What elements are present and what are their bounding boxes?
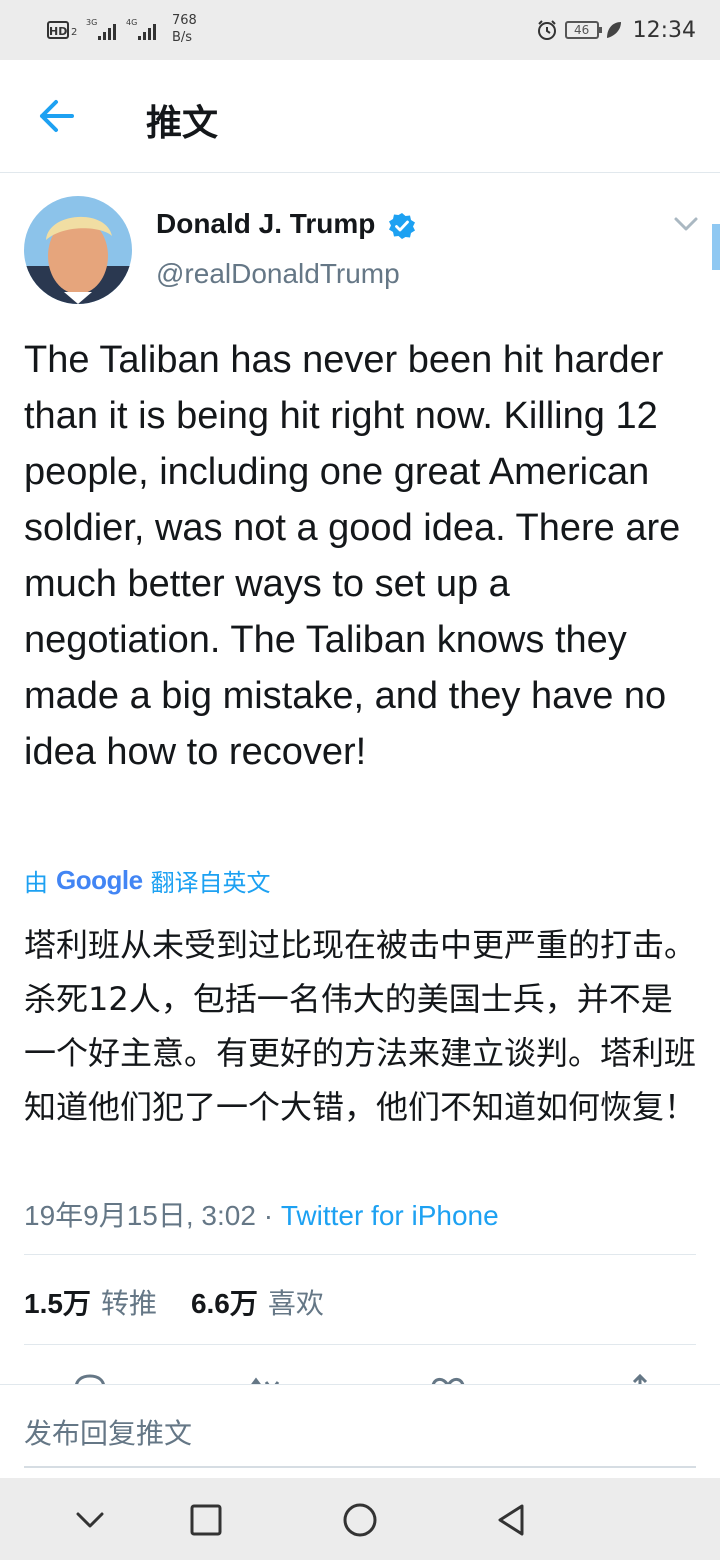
clock: 12:34 — [632, 17, 696, 43]
reply-input[interactable]: 发布回复推文 — [24, 1412, 192, 1452]
network-speed-unit: B/s — [172, 30, 193, 45]
avatar[interactable] — [24, 196, 132, 304]
tweet-stats: 1.5万 转推 6.6万 喜欢 — [24, 1282, 324, 1322]
translate-suffix: 翻译自英文 — [150, 869, 271, 897]
signal-bars-icon — [98, 20, 116, 40]
page-title: 推文 — [146, 103, 219, 144]
hd-voice-icon: HD — [47, 21, 69, 39]
divider — [24, 1254, 696, 1255]
like-count[interactable]: 6.6万 — [191, 1282, 258, 1322]
user-handle[interactable]: @realDonaldTrump — [156, 258, 400, 290]
home-icon[interactable] — [338, 1498, 382, 1542]
signal-type-1: 3G — [86, 18, 98, 27]
back-arrow-icon[interactable] — [36, 98, 76, 134]
sim-slot-label: 2 — [71, 27, 78, 38]
display-name[interactable]: Donald J. Trump — [156, 208, 375, 240]
tweet-meta: 19年9月15日, 3:02 · Twitter for iPhone — [24, 1194, 499, 1234]
system-nav-bar — [0, 1478, 720, 1560]
scrollbar[interactable] — [712, 224, 720, 270]
signal-bars-icon — [138, 20, 156, 40]
retweet-label[interactable]: 转推 — [101, 1282, 157, 1322]
reply-input-underline — [24, 1466, 696, 1468]
network-speed-value: 768 — [172, 13, 197, 28]
chevron-down-icon[interactable] — [672, 214, 700, 234]
verified-badge-icon — [389, 213, 415, 239]
status-bar: HD 2 3G 4G 768 B/s 46 12:34 — [0, 0, 720, 60]
signal-type-2: 4G — [126, 18, 138, 27]
tweet-source-link[interactable]: Twitter for iPhone — [281, 1200, 499, 1231]
translation-attribution[interactable]: 由 Google 翻译自英文 — [24, 863, 271, 898]
battery-icon: 46 — [564, 21, 602, 39]
translated-text: 塔利班从未受到过比现在被击中更严重的打击。杀死12人，包括一名伟大的美国士兵，并… — [24, 926, 697, 1126]
like-label[interactable]: 喜欢 — [268, 1282, 324, 1322]
tweet-text: The Taliban has never been hit harder th… — [24, 339, 681, 773]
meta-separator: · — [263, 1200, 274, 1231]
back-nav-icon[interactable] — [490, 1498, 534, 1542]
divider — [24, 1344, 696, 1345]
network-speed: 768 B/s — [172, 12, 197, 46]
tweet-timestamp: 19年9月15日, 3:02 — [24, 1200, 256, 1231]
recents-icon[interactable] — [184, 1498, 228, 1542]
translate-prefix: 由 — [24, 869, 48, 897]
leaf-icon — [606, 22, 621, 38]
retweet-count[interactable]: 1.5万 — [24, 1282, 91, 1322]
hide-keyboard-icon[interactable] — [68, 1498, 112, 1542]
google-logo: Google — [56, 865, 143, 895]
alarm-icon — [537, 20, 556, 40]
app-header: 推文 — [0, 60, 720, 173]
